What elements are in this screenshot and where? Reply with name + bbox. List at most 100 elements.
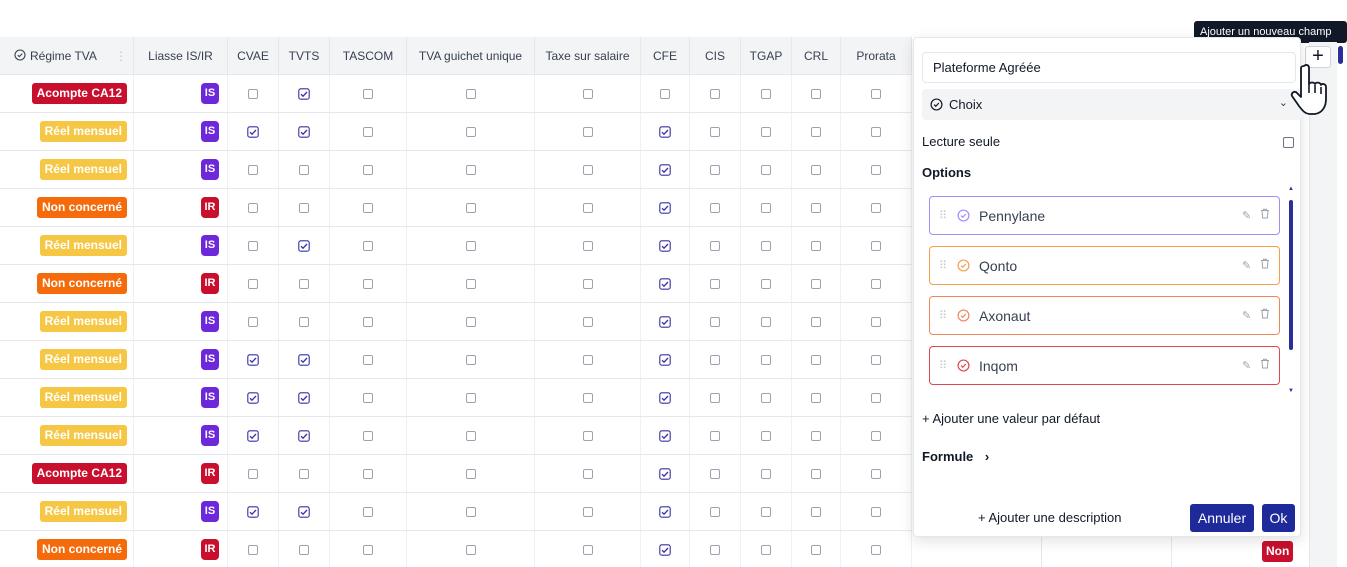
checkbox-unchecked[interactable] <box>710 468 720 479</box>
liasse-cell[interactable]: IS <box>134 227 228 264</box>
pencil-icon[interactable]: ✎ <box>1242 309 1251 322</box>
checkbox-unchecked[interactable] <box>248 202 258 213</box>
checkbox-unchecked[interactable] <box>248 88 258 99</box>
checkbox-unchecked[interactable] <box>871 202 881 213</box>
checkbox-checked[interactable] <box>298 391 310 404</box>
checkbox-unchecked[interactable] <box>811 316 821 327</box>
liasse-cell[interactable]: IR <box>134 455 228 492</box>
checkbox-unchecked[interactable] <box>811 164 821 175</box>
checkbox-unchecked[interactable] <box>363 126 373 137</box>
checkbox-checked[interactable] <box>659 277 671 290</box>
liasse-cell[interactable]: IS <box>134 113 228 150</box>
field-name-input[interactable]: Plateforme Agréée <box>922 52 1296 83</box>
table-row[interactable]: Acompte CA12 IS <box>0 75 912 113</box>
checkbox-unchecked[interactable] <box>811 278 821 289</box>
regime-tva-cell[interactable]: Acompte CA12 <box>0 75 134 112</box>
checkbox-unchecked[interactable] <box>299 468 309 479</box>
checkbox-unchecked[interactable] <box>248 278 258 289</box>
checkbox-unchecked[interactable] <box>465 544 476 555</box>
add-default-value-button[interactable]: + Ajouter une valeur par défaut <box>922 411 1100 426</box>
checkbox-unchecked[interactable] <box>761 316 771 327</box>
checkbox-unchecked[interactable] <box>582 202 593 213</box>
checkbox-unchecked[interactable] <box>871 354 881 365</box>
checkbox-unchecked[interactable] <box>871 430 881 441</box>
checkbox-unchecked[interactable] <box>761 240 771 251</box>
checkbox-unchecked[interactable] <box>710 316 720 327</box>
checkbox-unchecked[interactable] <box>871 468 881 479</box>
checkbox-unchecked[interactable] <box>811 126 821 137</box>
table-row[interactable]: Non concerné IR <box>0 189 912 227</box>
checkbox-unchecked[interactable] <box>761 506 771 517</box>
checkbox-checked[interactable] <box>298 429 310 442</box>
table-row[interactable]: Réel mensuel IS <box>0 493 912 531</box>
liasse-cell[interactable]: IR <box>134 265 228 302</box>
checkbox-unchecked[interactable] <box>465 430 476 441</box>
regime-tva-cell[interactable]: Non concerné <box>0 531 134 567</box>
drag-handle-icon[interactable]: ⠿ <box>939 359 947 372</box>
checkbox-unchecked[interactable] <box>761 88 771 99</box>
checkbox-unchecked[interactable] <box>465 278 476 289</box>
checkbox-unchecked[interactable] <box>811 354 821 365</box>
checkbox-unchecked[interactable] <box>811 544 821 555</box>
column-header-cvae[interactable]: CVAE <box>228 37 279 75</box>
checkbox-checked[interactable] <box>659 353 671 366</box>
checkbox-unchecked[interactable] <box>582 278 593 289</box>
checkbox-unchecked[interactable] <box>710 392 720 403</box>
checkbox-unchecked[interactable] <box>363 316 373 327</box>
liasse-cell[interactable]: IS <box>134 417 228 454</box>
column-header-tgap[interactable]: TGAP <box>741 37 792 75</box>
checkbox-unchecked[interactable] <box>710 354 720 365</box>
checkbox-unchecked[interactable] <box>363 278 373 289</box>
checkbox-unchecked[interactable] <box>710 126 720 137</box>
drag-handle-icon[interactable]: ⠿ <box>939 259 947 272</box>
cancel-button[interactable]: Annuler <box>1190 504 1254 532</box>
checkbox-unchecked[interactable] <box>465 316 476 327</box>
checkbox-unchecked[interactable] <box>363 88 373 99</box>
checkbox-unchecked[interactable] <box>871 392 881 403</box>
checkbox-unchecked[interactable] <box>465 392 476 403</box>
checkbox-unchecked[interactable] <box>363 430 373 441</box>
checkbox-checked[interactable] <box>247 353 259 366</box>
regime-tva-cell[interactable]: Non concerné <box>0 265 134 302</box>
checkbox-unchecked[interactable] <box>299 278 309 289</box>
checkbox-unchecked[interactable] <box>582 468 593 479</box>
liasse-cell[interactable]: IS <box>134 151 228 188</box>
checkbox-unchecked[interactable] <box>871 164 881 175</box>
checkbox-checked[interactable] <box>659 429 671 442</box>
checkbox-checked[interactable] <box>247 125 259 138</box>
read-only-checkbox[interactable] <box>1283 137 1294 148</box>
checkbox-unchecked[interactable] <box>660 88 670 99</box>
checkbox-unchecked[interactable] <box>299 202 309 213</box>
checkbox-unchecked[interactable] <box>582 354 593 365</box>
checkbox-checked[interactable] <box>659 239 671 252</box>
regime-tva-cell[interactable]: Acompte CA12 <box>0 455 134 492</box>
checkbox-checked[interactable] <box>659 201 671 214</box>
drag-handle-icon[interactable]: ⠿ <box>939 309 947 322</box>
checkbox-checked[interactable] <box>298 125 310 138</box>
checkbox-checked[interactable] <box>247 505 259 518</box>
formula-toggle[interactable]: Formule › <box>922 449 989 464</box>
checkbox-unchecked[interactable] <box>710 544 720 555</box>
checkbox-unchecked[interactable] <box>582 392 593 403</box>
checkbox-unchecked[interactable] <box>465 88 476 99</box>
checkbox-unchecked[interactable] <box>811 392 821 403</box>
checkbox-unchecked[interactable] <box>248 468 258 479</box>
checkbox-unchecked[interactable] <box>465 240 476 251</box>
checkbox-unchecked[interactable] <box>761 164 771 175</box>
column-resize-handle[interactable]: ⋮ <box>115 47 127 65</box>
checkbox-unchecked[interactable] <box>710 240 720 251</box>
ok-button[interactable]: Ok <box>1262 504 1295 532</box>
liasse-cell[interactable]: IR <box>134 189 228 226</box>
column-header-tvts[interactable]: TVTS <box>279 37 330 75</box>
checkbox-unchecked[interactable] <box>710 164 720 175</box>
checkbox-unchecked[interactable] <box>871 88 881 99</box>
table-row[interactable]: Réel mensuel IS <box>0 379 912 417</box>
checkbox-checked[interactable] <box>659 163 671 176</box>
checkbox-unchecked[interactable] <box>248 164 258 175</box>
trash-icon[interactable] <box>1260 258 1270 272</box>
checkbox-unchecked[interactable] <box>363 202 373 213</box>
checkbox-checked[interactable] <box>247 391 259 404</box>
checkbox-checked[interactable] <box>298 505 310 518</box>
drag-handle-icon[interactable]: ⠿ <box>939 209 947 222</box>
add-description-button[interactable]: + Ajouter une description <box>978 510 1121 525</box>
